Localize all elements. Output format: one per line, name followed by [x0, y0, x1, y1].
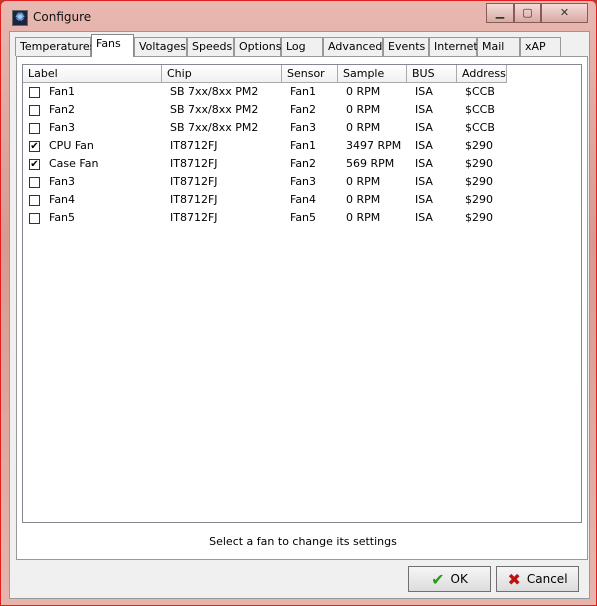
- table-row[interactable]: Fan3 SB 7xx/8xx PM2 Fan3 0 RPM ISA $CCB: [23, 119, 579, 137]
- maximize-button[interactable]: ▢: [514, 3, 541, 23]
- cell-label: CPU Fan: [49, 139, 94, 152]
- cell-sensor: Fan1: [290, 85, 317, 98]
- table-row[interactable]: Fan5 IT8712FJ Fan5 0 RPM ISA $290: [23, 209, 579, 227]
- column-header-sample[interactable]: Sample: [338, 65, 407, 83]
- table-row[interactable]: Fan3 IT8712FJ Fan3 0 RPM ISA $290: [23, 173, 579, 191]
- tab-fans[interactable]: Fans: [91, 34, 134, 57]
- cell-sensor: Fan2: [290, 103, 317, 116]
- column-header-chip[interactable]: Chip: [162, 65, 282, 83]
- cell-sensor: Fan3: [290, 121, 317, 134]
- column-header-sensor[interactable]: Sensor: [282, 65, 338, 83]
- cell-chip: IT8712FJ: [170, 211, 218, 224]
- enable-checkbox[interactable]: ✔: [29, 141, 40, 152]
- cell-sample: 569 RPM: [346, 157, 395, 170]
- cell-address: $290: [465, 175, 493, 188]
- cell-address: $290: [465, 157, 493, 170]
- cell-chip: SB 7xx/8xx PM2: [170, 121, 259, 134]
- cell-sensor: Fan2: [290, 157, 317, 170]
- column-header-bus[interactable]: BUS: [407, 65, 457, 83]
- cell-bus: ISA: [415, 121, 433, 134]
- cell-sample: 0 RPM: [346, 85, 381, 98]
- cell-chip: SB 7xx/8xx PM2: [170, 85, 259, 98]
- tab-events[interactable]: Events: [383, 37, 429, 56]
- cell-bus: ISA: [415, 85, 433, 98]
- cell-chip: IT8712FJ: [170, 139, 218, 152]
- cancel-label: Cancel: [526, 572, 568, 586]
- cross-icon: ✖: [507, 569, 521, 589]
- cell-sample: 0 RPM: [346, 175, 381, 188]
- close-button[interactable]: ✕: [541, 3, 588, 23]
- ok-button[interactable]: ✔ OK: [408, 566, 491, 592]
- enable-checkbox[interactable]: [29, 213, 40, 224]
- cell-sample: 3497 RPM: [346, 139, 402, 152]
- enable-checkbox[interactable]: [29, 123, 40, 134]
- cell-bus: ISA: [415, 193, 433, 206]
- cell-label: Fan1: [49, 85, 76, 98]
- tab-xap[interactable]: xAP: [520, 37, 561, 56]
- cell-sensor: Fan1: [290, 139, 317, 152]
- cell-label: Fan4: [49, 193, 76, 206]
- cell-address: $290: [465, 211, 493, 224]
- cell-sensor: Fan5: [290, 211, 317, 224]
- cell-label: Fan5: [49, 211, 76, 224]
- tab-speeds[interactable]: Speeds: [187, 37, 234, 56]
- cell-bus: ISA: [415, 175, 433, 188]
- cell-sensor: Fan3: [290, 175, 317, 188]
- cell-sample: 0 RPM: [346, 193, 381, 206]
- cell-sample: 0 RPM: [346, 103, 381, 116]
- cell-chip: IT8712FJ: [170, 157, 218, 170]
- ok-label: OK: [450, 572, 468, 586]
- enable-checkbox[interactable]: [29, 195, 40, 206]
- cell-sensor: Fan4: [290, 193, 317, 206]
- table-row[interactable]: Fan2 SB 7xx/8xx PM2 Fan2 0 RPM ISA $CCB: [23, 101, 579, 119]
- configure-window: Configure ▁ ▢ ✕ TemperaturesFansVoltages…: [0, 0, 597, 606]
- cell-label: Case Fan: [49, 157, 99, 170]
- cell-chip: IT8712FJ: [170, 193, 218, 206]
- dialog-client: Temperatures Fans Voltages Speeds Options Log…: [9, 31, 590, 599]
- tab-options[interactable]: Options: [234, 37, 281, 56]
- cell-address: $CCB: [465, 103, 495, 116]
- enable-checkbox[interactable]: [29, 177, 40, 188]
- enable-checkbox[interactable]: ✔: [29, 159, 40, 170]
- cell-chip: SB 7xx/8xx PM2: [170, 103, 259, 116]
- cell-address: $290: [465, 139, 493, 152]
- fans-panel: Label Chip Sensor Sample BUS Address Fan1 SB 7x…: [16, 56, 588, 560]
- status-text: Select a fan to change its settings: [209, 535, 397, 548]
- cell-chip: IT8712FJ: [170, 175, 218, 188]
- tab-advanced[interactable]: Advanced: [323, 37, 383, 56]
- cell-label: Fan3: [49, 121, 76, 134]
- cell-address: $CCB: [465, 121, 495, 134]
- cell-bus: ISA: [415, 103, 433, 116]
- table-row[interactable]: ✔ Case Fan IT8712FJ Fan2 569 RPM ISA $290: [23, 155, 579, 173]
- cell-address: $CCB: [465, 85, 495, 98]
- fan-list[interactable]: Label Chip Sensor Sample BUS Address Fan1 SB 7x…: [22, 64, 582, 523]
- column-header-label[interactable]: Label: [23, 65, 162, 83]
- cell-label: Fan2: [49, 103, 76, 116]
- tab-log[interactable]: Log: [281, 37, 323, 56]
- cell-bus: ISA: [415, 211, 433, 224]
- minimize-button[interactable]: ▁: [486, 3, 514, 23]
- enable-checkbox[interactable]: [29, 105, 40, 116]
- cell-bus: ISA: [415, 139, 433, 152]
- table-row[interactable]: ✔ CPU Fan IT8712FJ Fan1 3497 RPM ISA $290: [23, 137, 579, 155]
- tab-temperatures[interactable]: Temperatures: [15, 37, 95, 56]
- app-fan-icon: [12, 10, 28, 26]
- table-row[interactable]: Fan1 SB 7xx/8xx PM2 Fan1 0 RPM ISA $CCB: [23, 83, 579, 101]
- window-title: Configure: [33, 10, 92, 24]
- cell-bus: ISA: [415, 157, 433, 170]
- cancel-button[interactable]: ✖ Cancel: [496, 566, 579, 592]
- cell-sample: 0 RPM: [346, 121, 381, 134]
- cell-address: $290: [465, 193, 493, 206]
- table-row[interactable]: Fan4 IT8712FJ Fan4 0 RPM ISA $290: [23, 191, 579, 209]
- tab-mail[interactable]: Mail: [477, 37, 520, 56]
- cell-sample: 0 RPM: [346, 211, 381, 224]
- column-header-address[interactable]: Address: [457, 65, 507, 83]
- checkmark-icon: ✔: [431, 569, 445, 589]
- tab-internet[interactable]: Internet: [429, 37, 478, 56]
- enable-checkbox[interactable]: [29, 87, 40, 98]
- tab-voltages[interactable]: Voltages: [134, 37, 187, 56]
- cell-label: Fan3: [49, 175, 76, 188]
